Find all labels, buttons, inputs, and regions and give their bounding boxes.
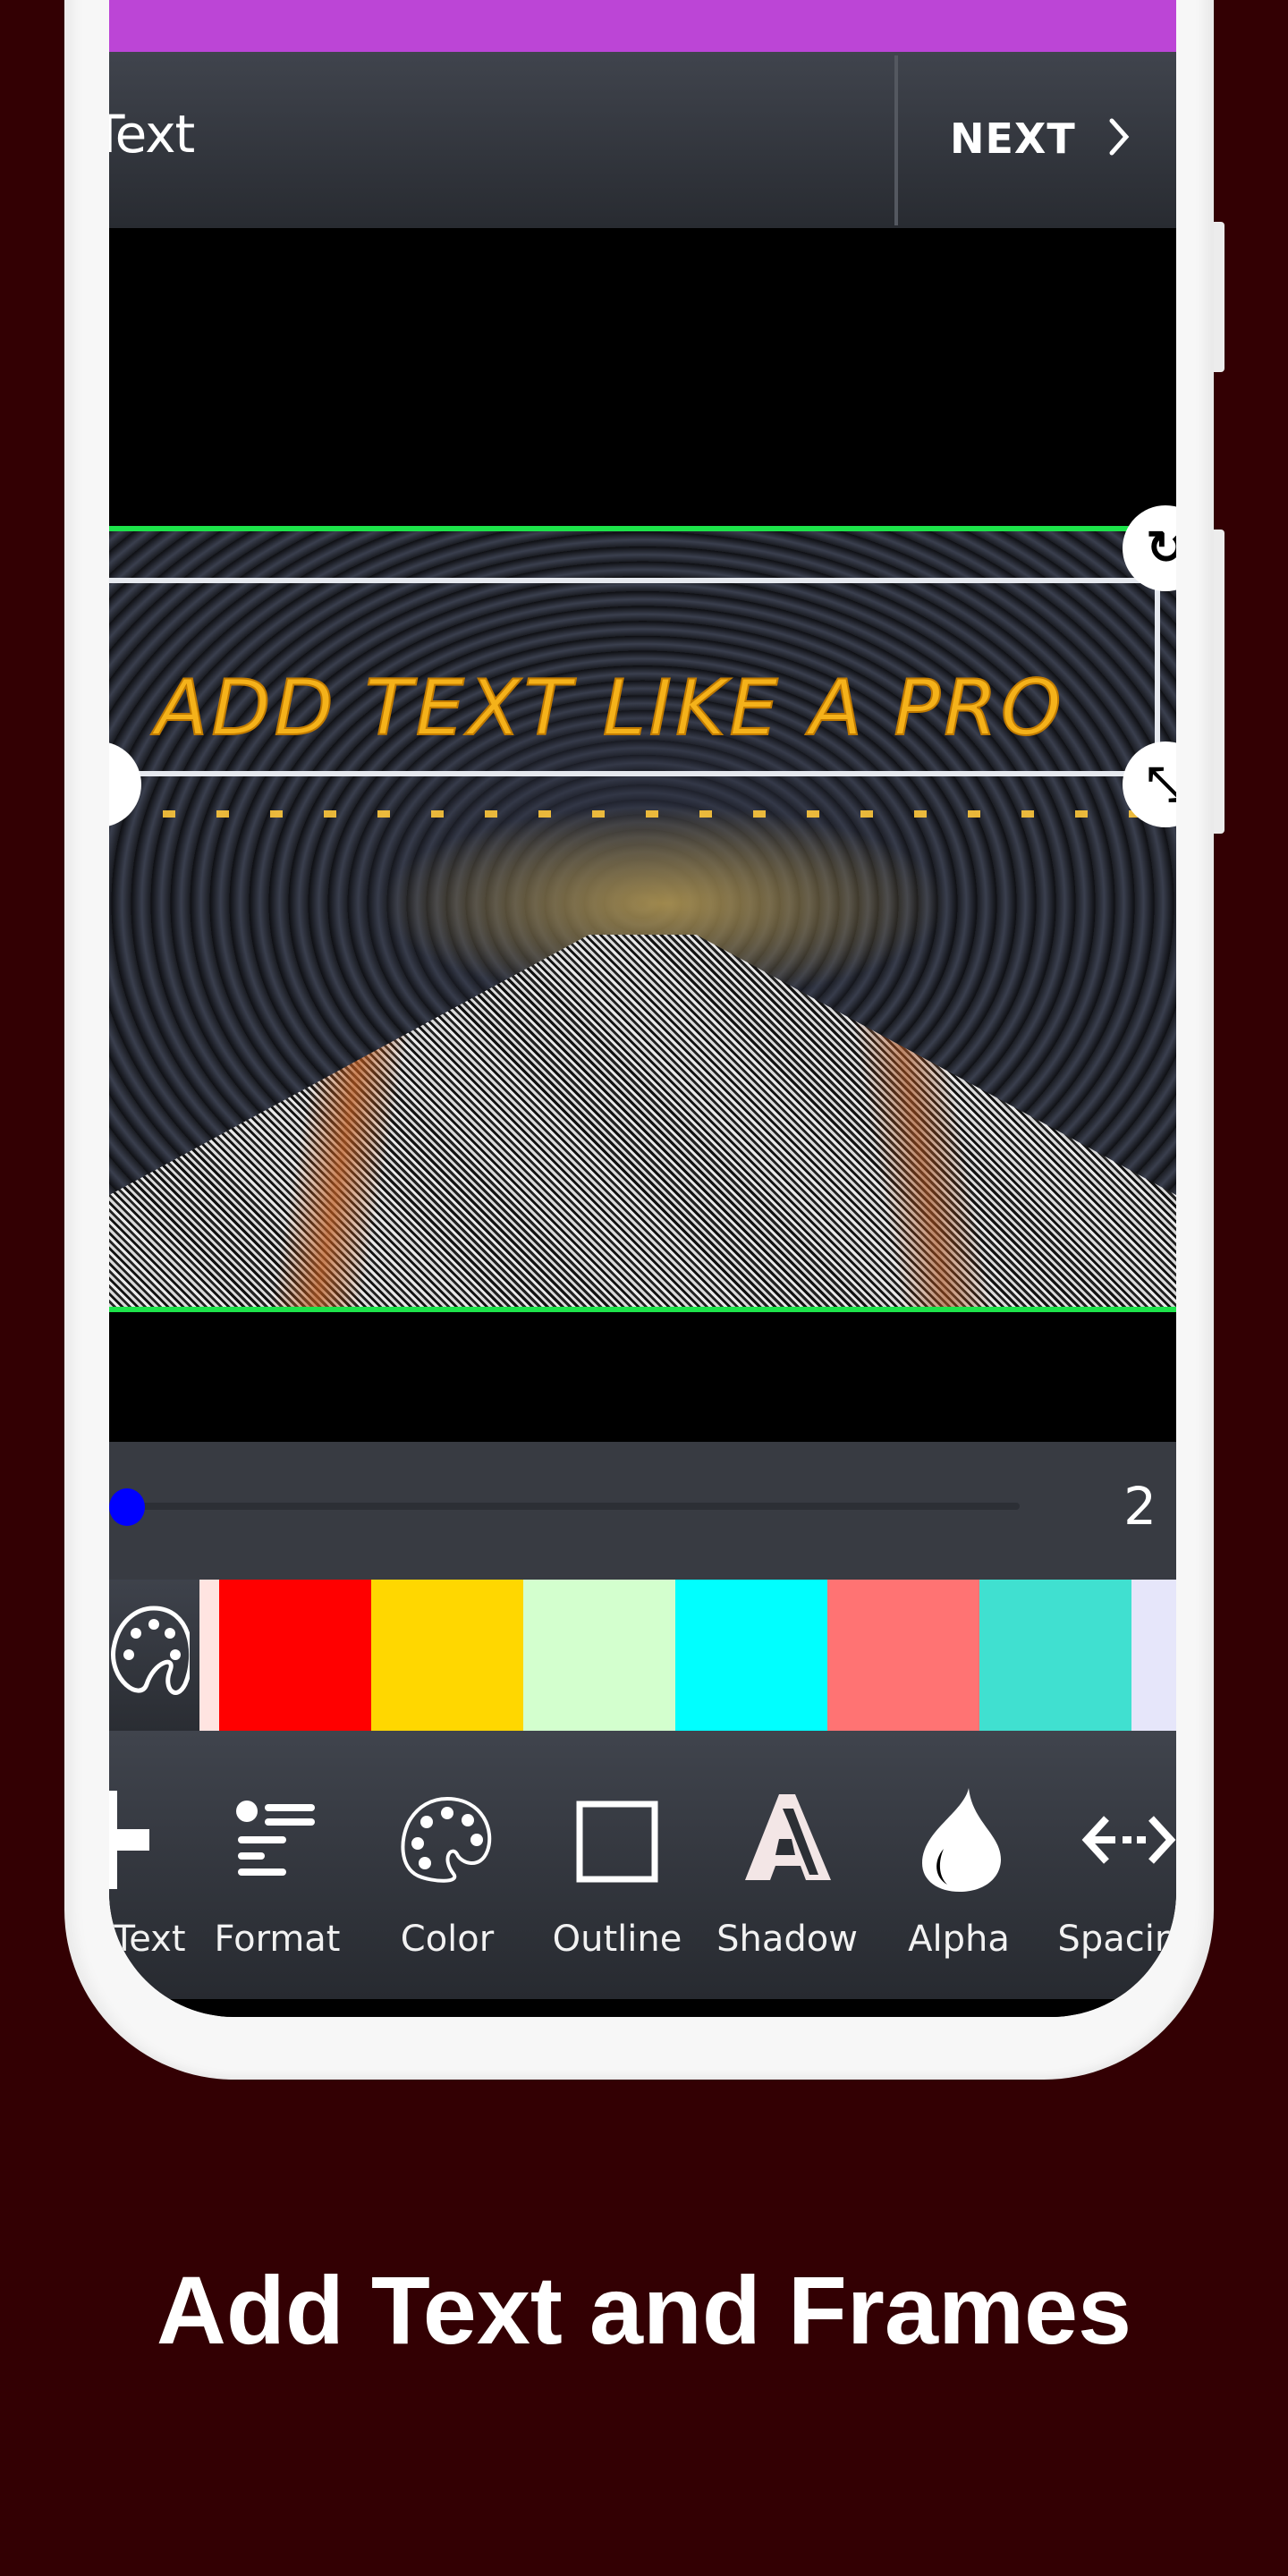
- header-divider: [894, 55, 898, 225]
- next-button[interactable]: NEXT: [950, 114, 1130, 163]
- toolbar-item-color[interactable]: Color: [362, 1731, 532, 1999]
- promo-caption: Add Text and Frames: [156, 2256, 1132, 2364]
- chevron-right-icon: [1108, 117, 1130, 161]
- overlay-text[interactable]: ADD TEXT LIKE A PRO: [109, 663, 1129, 754]
- screen-bottom-edge: [109, 1999, 1176, 2017]
- phone-power-button: [1214, 530, 1224, 834]
- toolbar-item-label: Outline: [552, 1919, 682, 1960]
- phone-volume-button: [1214, 222, 1224, 372]
- color-swatch[interactable]: [979, 1580, 1131, 1731]
- toolbar-item-add-text[interactable]: Add Text: [109, 1731, 194, 1999]
- toolbar-item-alpha[interactable]: Alpha: [874, 1731, 1044, 1999]
- color-swatch[interactable]: [523, 1580, 675, 1731]
- color-swatch[interactable]: [675, 1580, 827, 1731]
- toolbar-item-label: Format: [214, 1919, 341, 1960]
- color-swatches: [199, 1580, 1176, 1731]
- palette-icon: [109, 1599, 193, 1711]
- toolbar-item-spacing[interactable]: Spacing: [1044, 1731, 1176, 1999]
- page-title: Text: [109, 104, 195, 165]
- square-outline-icon: [532, 1786, 702, 1894]
- palette-icon: [362, 1786, 532, 1894]
- color-swatch[interactable]: [219, 1580, 371, 1731]
- toolbar-item-label: Spacing: [1057, 1919, 1176, 1960]
- toolbar-item-label: Color: [400, 1919, 495, 1960]
- slider-track[interactable]: [125, 1503, 1020, 1510]
- status-bar: [109, 0, 1176, 52]
- resize-icon: ⤡: [1147, 758, 1176, 810]
- bottom-toolbar: Add Text Format Color Outline Shadow Alpha Spa…: [109, 1731, 1176, 1999]
- slider-value: 2: [1123, 1476, 1157, 1537]
- toolbar-item-shadow[interactable]: Shadow: [702, 1731, 872, 1999]
- toolbar-item-format[interactable]: Format: [192, 1731, 362, 1999]
- palette-button[interactable]: [109, 1580, 199, 1731]
- color-strip: [109, 1580, 1176, 1731]
- toolbar-item-outline[interactable]: Outline: [532, 1731, 702, 1999]
- railway-tracks: [109, 934, 1176, 1307]
- color-swatch[interactable]: [1131, 1580, 1176, 1731]
- rotate-icon: ↻: [1146, 522, 1176, 574]
- color-swatch[interactable]: [199, 1580, 219, 1731]
- next-label: NEXT: [950, 114, 1076, 163]
- arrows-horizontal-icon: [1044, 1786, 1176, 1894]
- tunnel-lights: [109, 810, 1176, 818]
- color-swatch[interactable]: [371, 1580, 523, 1731]
- color-swatch[interactable]: [827, 1580, 979, 1731]
- toolbar-item-label: Add Text: [109, 1919, 186, 1960]
- slider-knob[interactable]: [109, 1488, 145, 1526]
- toolbar-item-label: Alpha: [908, 1919, 1010, 1960]
- plus-icon: [109, 1786, 194, 1894]
- toolbar-item-label: Shadow: [716, 1919, 858, 1960]
- tunnel-photo: ADD TEXT LIKE A PRO: [109, 526, 1176, 1312]
- letter-a-shadow-icon: [702, 1786, 872, 1894]
- text-selection-box[interactable]: ADD TEXT LIKE A PRO: [109, 578, 1160, 776]
- format-list-icon: [192, 1786, 362, 1894]
- app-screen: Text NEXT ADD TEXT LIKE A PRO ↻ ⤡ 2: [109, 0, 1176, 2017]
- app-header: Text NEXT: [109, 52, 1176, 228]
- drop-icon: [874, 1786, 1044, 1894]
- size-slider-panel: 2: [109, 1442, 1176, 1580]
- editor-canvas[interactable]: ADD TEXT LIKE A PRO ↻ ⤡: [109, 228, 1176, 1442]
